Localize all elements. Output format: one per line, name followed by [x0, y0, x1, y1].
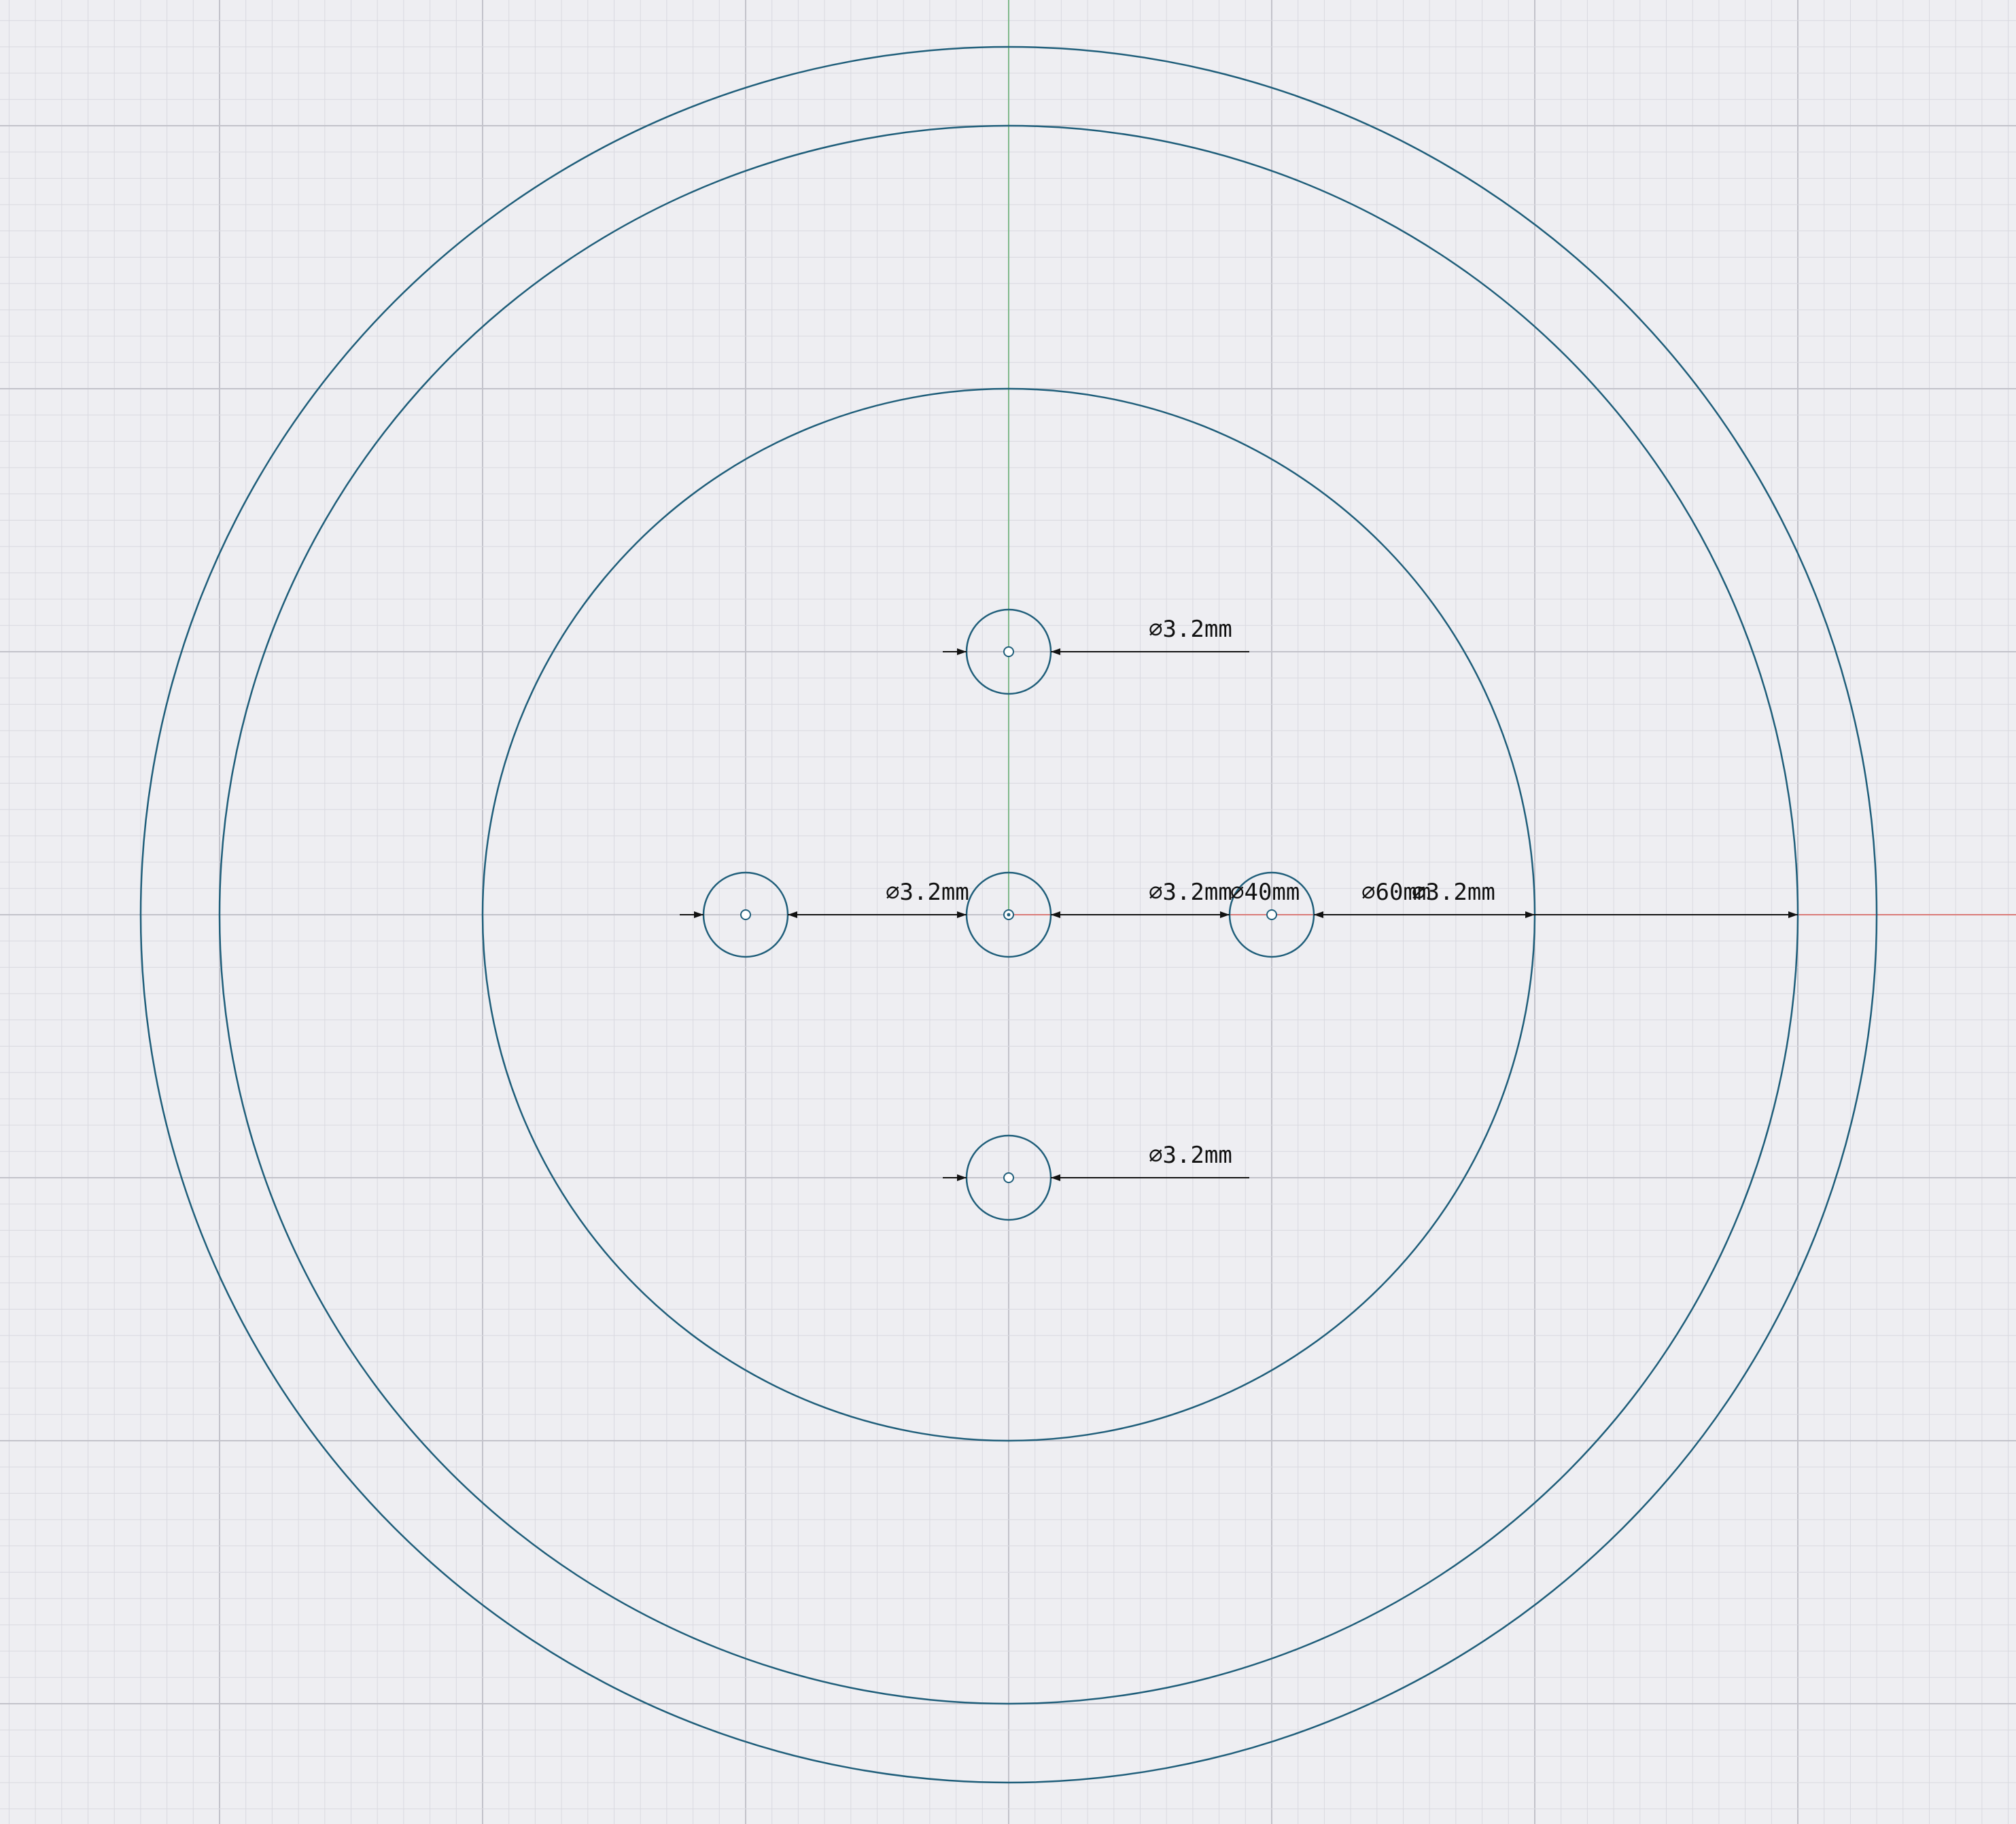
dim-hole-center-label[interactable]: ⌀3.2mm: [1149, 879, 1232, 906]
sketch-canvas[interactable]: ⌀3.2mm ⌀3.2mm ⌀3.2mm ⌀40mm ⌀60mm ⌀3.2mm …: [0, 0, 2016, 1824]
dim-hole-top-label[interactable]: ⌀3.2mm: [1149, 616, 1232, 643]
dim-hole-right-label[interactable]: ⌀3.2mm: [1412, 879, 1495, 906]
hole-left-center-point[interactable]: [740, 909, 751, 920]
origin-dot: [1007, 913, 1011, 917]
dim-hole-bottom-label[interactable]: ⌀3.2mm: [1149, 1142, 1232, 1169]
dim-hole-left-label[interactable]: ⌀3.2mm: [886, 879, 969, 906]
dim-bore-label[interactable]: ⌀40mm: [1230, 879, 1300, 906]
hole-right-center-point[interactable]: [1266, 909, 1277, 920]
hole-top-center-point[interactable]: [1003, 646, 1014, 657]
hole-bottom-center-point[interactable]: [1003, 1172, 1014, 1183]
